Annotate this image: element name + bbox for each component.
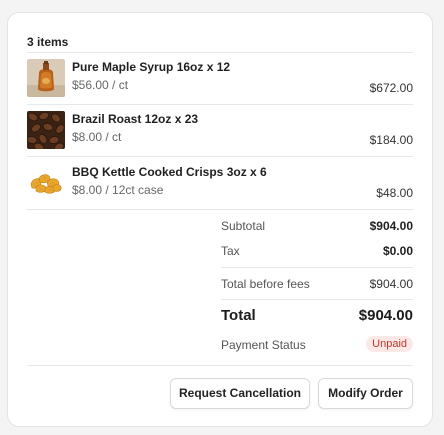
item-line-total: $48.00 xyxy=(376,186,413,200)
item-unit-price: $56.00 / ct xyxy=(72,78,129,92)
item-line-total: $672.00 xyxy=(369,81,413,95)
potato-chips-image xyxy=(27,164,65,202)
tax-label: Tax xyxy=(221,244,240,258)
divider xyxy=(221,267,413,268)
divider xyxy=(27,365,413,366)
divider xyxy=(221,299,413,300)
tax-value: $0.00 xyxy=(382,244,413,258)
item-unit-price: $8.00 / 12ct case xyxy=(72,183,164,197)
item-line-total: $184.00 xyxy=(369,133,413,147)
subtotal-label: Subtotal xyxy=(221,219,266,233)
before-fees-value: $904.00 xyxy=(369,277,413,291)
modify-order-button[interactable]: Modify Order xyxy=(318,378,413,409)
status-badge: Unpaid xyxy=(366,336,413,352)
list-item: BBQ Kettle Cooked Crisps 3oz x 6 $8.00 /… xyxy=(27,164,413,204)
list-item: Pure Maple Syrup 16oz x 12 $56.00 / ct $… xyxy=(27,59,413,99)
coffee-beans-image xyxy=(27,111,65,149)
item-name: BBQ Kettle Cooked Crisps 3oz x 6 xyxy=(72,165,267,179)
divider xyxy=(27,104,413,105)
order-summary-card: 3 items Pure Maple Syrup 16oz x 12 $56.0… xyxy=(7,12,433,427)
divider xyxy=(27,209,413,210)
maple-syrup-bottle-image xyxy=(27,59,65,97)
item-name: Brazil Roast 12oz x 23 xyxy=(72,112,199,126)
before-fees-label: Total before fees xyxy=(221,277,310,291)
item-name: Pure Maple Syrup 16oz x 12 xyxy=(72,60,231,74)
payment-status-label: Payment Status xyxy=(221,338,306,352)
subtotal-value: $904.00 xyxy=(369,219,413,233)
total-value: $904.00 xyxy=(358,307,413,324)
items-count-label: 3 items xyxy=(27,35,69,49)
divider xyxy=(27,156,413,157)
total-label: Total xyxy=(221,307,256,324)
item-unit-price: $8.00 / ct xyxy=(72,130,122,144)
request-cancellation-button[interactable]: Request Cancellation xyxy=(170,378,310,409)
list-item: Brazil Roast 12oz x 23 $8.00 / ct $184.0… xyxy=(27,111,413,151)
divider xyxy=(27,52,413,53)
